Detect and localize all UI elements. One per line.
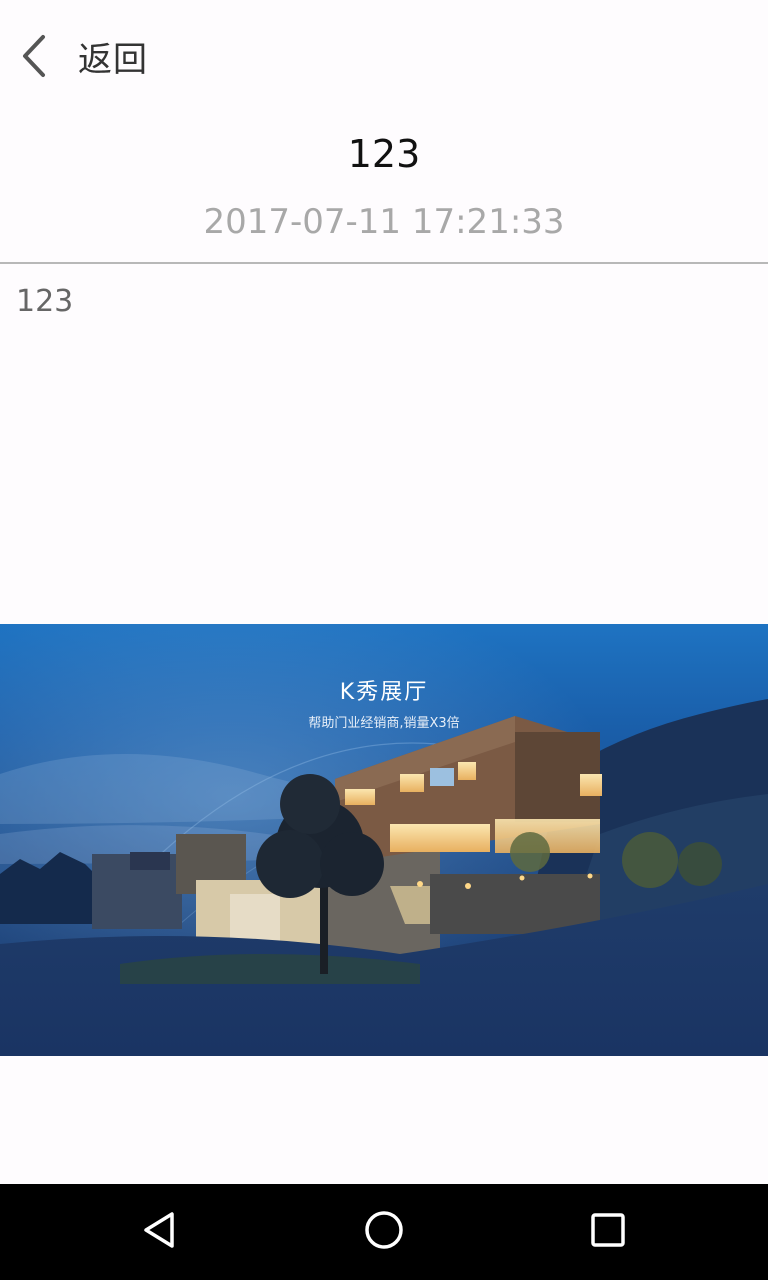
circle-home-icon — [364, 1210, 404, 1254]
top-bar: 返回 — [0, 0, 768, 112]
nav-back-button[interactable] — [132, 1204, 188, 1260]
banner-subtitle: 帮助门业经销商,销量X3倍 — [308, 716, 460, 731]
article-body: 123 — [16, 284, 74, 319]
divider — [0, 262, 768, 264]
article-title: 123 — [347, 132, 421, 176]
nav-recents-button[interactable] — [580, 1204, 636, 1260]
article-detail-page: 返回 123 2017-07-11 17:21:33 123 K秀展厅 帮助门业… — [0, 0, 768, 1280]
banner-title: K秀展厅 — [339, 680, 429, 705]
system-navigation-bar — [0, 1184, 768, 1280]
article-timestamp: 2017-07-11 17:21:33 — [203, 202, 565, 242]
back-button[interactable]: 返回 — [14, 26, 148, 86]
nav-home-button[interactable] — [356, 1204, 412, 1260]
promo-banner-image[interactable]: K秀展厅 帮助门业经销商,销量X3倍 — [0, 624, 768, 1056]
chevron-left-icon — [14, 26, 54, 86]
back-label: 返回 — [78, 39, 148, 80]
triangle-back-icon — [140, 1210, 180, 1254]
square-recents-icon — [588, 1210, 628, 1254]
